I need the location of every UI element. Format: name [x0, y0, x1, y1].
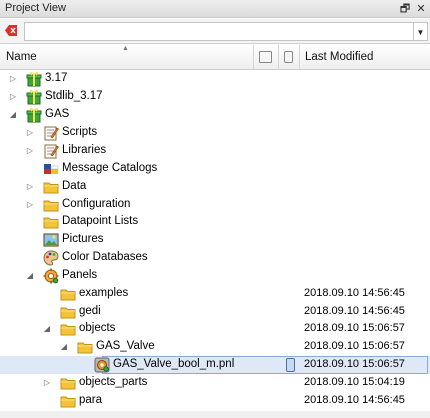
picture-icon	[43, 232, 59, 248]
tree-item-label: objects_parts	[79, 376, 148, 388]
float-window-icon[interactable]: 🗗	[398, 2, 412, 16]
expand-arrow-icon[interactable]: ▷	[25, 127, 35, 139]
title-bar: Project View 🗗 ✕	[0, 0, 430, 18]
folder-icon	[43, 214, 59, 230]
filter-input[interactable]	[24, 22, 414, 41]
gift-icon	[26, 107, 42, 123]
expand-arrow-icon[interactable]: ▷	[25, 145, 35, 157]
last-modified-value: 2018.09.10 15:06:57	[304, 340, 405, 352]
panel-file-icon	[94, 357, 110, 373]
column-visibility[interactable]	[254, 45, 279, 70]
expand-arrow-icon[interactable]: ▷	[42, 377, 52, 389]
tree-row[interactable]: ▷ Stdlib_3.17	[0, 88, 430, 106]
panels-gear-icon	[43, 268, 59, 284]
tree-item-label: Libraries	[62, 144, 107, 156]
folder-icon	[60, 321, 76, 337]
tree-item-label: Data	[62, 180, 87, 192]
tree-row[interactable]: ▷ Scripts	[0, 124, 430, 142]
tree-row[interactable]: ◢ GAS	[0, 106, 430, 124]
tree-item-label: Stdlib_3.17	[45, 90, 103, 102]
horizontal-scrollbar[interactable]	[0, 411, 430, 418]
folder-icon	[43, 179, 59, 195]
tree-item-label: objects	[79, 322, 116, 334]
tree-item-label: GAS	[45, 108, 70, 120]
collapse-arrow-icon[interactable]: ◢	[8, 109, 18, 121]
expand-arrow-icon[interactable]: ▷	[8, 91, 18, 103]
column-last-modified-label: Last Modified	[305, 51, 374, 63]
tree-item-label: Datapoint Lists	[62, 215, 139, 227]
device-icon	[284, 51, 293, 63]
expand-arrow-icon[interactable]: ▷	[25, 199, 35, 211]
tree-item-label: GAS_Valve	[96, 340, 155, 352]
column-last-modified[interactable]: Last Modified	[300, 45, 430, 70]
last-modified-value: 2018.09.10 14:56:45	[304, 305, 405, 317]
tree-row[interactable]: ▷ objects_parts 2018.09.10 15:04:19	[0, 374, 430, 392]
tree-row[interactable]: GAS_Valve_bool_m.pnl 2018.09.10 15:06:57	[0, 356, 430, 374]
collapse-arrow-icon[interactable]: ◢	[42, 323, 52, 335]
gift-icon	[26, 89, 42, 105]
tree-row[interactable]: ▷ Configuration	[0, 196, 430, 214]
tree-row[interactable]: Pictures	[0, 231, 430, 249]
last-modified-value: 2018.09.10 15:06:57	[304, 322, 405, 334]
tree-item-label: Configuration	[62, 198, 131, 210]
sort-ascending-icon: ▲	[122, 45, 129, 52]
tree-item-label: Color Databases	[62, 251, 148, 263]
tree-row[interactable]: ◢ objects 2018.09.10 15:06:57	[0, 320, 430, 338]
last-modified-value: 2018.09.10 14:56:45	[304, 394, 405, 406]
tree-row[interactable]: gedi 2018.09.10 14:56:45	[0, 303, 430, 321]
expand-arrow-icon[interactable]: ▷	[25, 181, 35, 193]
tree-item-label: Scripts	[62, 126, 98, 138]
filter-dropdown-button[interactable]: ▼	[414, 22, 428, 41]
folder-icon	[60, 375, 76, 391]
folder-icon	[77, 339, 93, 355]
tree-row[interactable]: para 2018.09.10 14:56:45	[0, 392, 430, 410]
column-device[interactable]	[279, 45, 300, 70]
tree-row[interactable]: ◢ Panels	[0, 267, 430, 285]
tree-row[interactable]: ▷ Libraries	[0, 142, 430, 160]
close-icon[interactable]: ✕	[414, 2, 428, 16]
clear-filter-icon[interactable]	[5, 25, 18, 36]
column-name[interactable]: Name ▲	[0, 45, 254, 70]
script-icon	[43, 143, 59, 159]
last-modified-value: 2018.09.10 15:06:57	[304, 358, 405, 370]
tree-item-label: gedi	[79, 305, 101, 317]
tree-row[interactable]: Color Databases	[0, 249, 430, 267]
device-icon	[286, 358, 295, 372]
column-name-label: Name	[6, 51, 37, 63]
palette-icon	[43, 250, 59, 266]
tree-row[interactable]: Datapoint Lists	[0, 213, 430, 231]
tree-item-label: 3.17	[45, 72, 68, 84]
tree-item-label: GAS_Valve_bool_m.pnl	[113, 358, 235, 370]
filter-bar: ▼	[0, 19, 430, 44]
collapse-arrow-icon[interactable]: ◢	[25, 270, 35, 282]
folder-icon	[60, 286, 76, 302]
tree-row[interactable]: ◢ GAS_Valve 2018.09.10 15:06:57	[0, 338, 430, 356]
folder-icon	[60, 304, 76, 320]
tree-item-label: Message Catalogs	[62, 162, 158, 174]
window-toggle-icon	[259, 51, 272, 63]
folder-icon	[60, 393, 76, 409]
expand-arrow-icon[interactable]: ▷	[8, 73, 18, 85]
collapse-arrow-icon[interactable]: ◢	[59, 341, 69, 353]
tree-item-label: Pictures	[62, 233, 104, 245]
script-icon	[43, 125, 59, 141]
window-title: Project View	[5, 2, 66, 14]
last-modified-value: 2018.09.10 15:04:19	[304, 376, 405, 388]
flag-icon	[43, 161, 59, 177]
folder-icon	[43, 197, 59, 213]
tree-row[interactable]: examples 2018.09.10 14:56:45	[0, 285, 430, 303]
tree-row[interactable]: Message Catalogs	[0, 160, 430, 178]
gift-icon	[26, 71, 42, 87]
last-modified-value: 2018.09.10 14:56:45	[304, 287, 405, 299]
tree-item-label: examples	[79, 287, 129, 299]
tree-row[interactable]: ▷ 3.17	[0, 70, 430, 88]
tree-item-label: para	[79, 394, 103, 406]
tree-item-label: Panels	[62, 269, 98, 281]
tree-row[interactable]: ▷ Data	[0, 178, 430, 196]
column-header: Name ▲ Last Modified	[0, 45, 430, 70]
